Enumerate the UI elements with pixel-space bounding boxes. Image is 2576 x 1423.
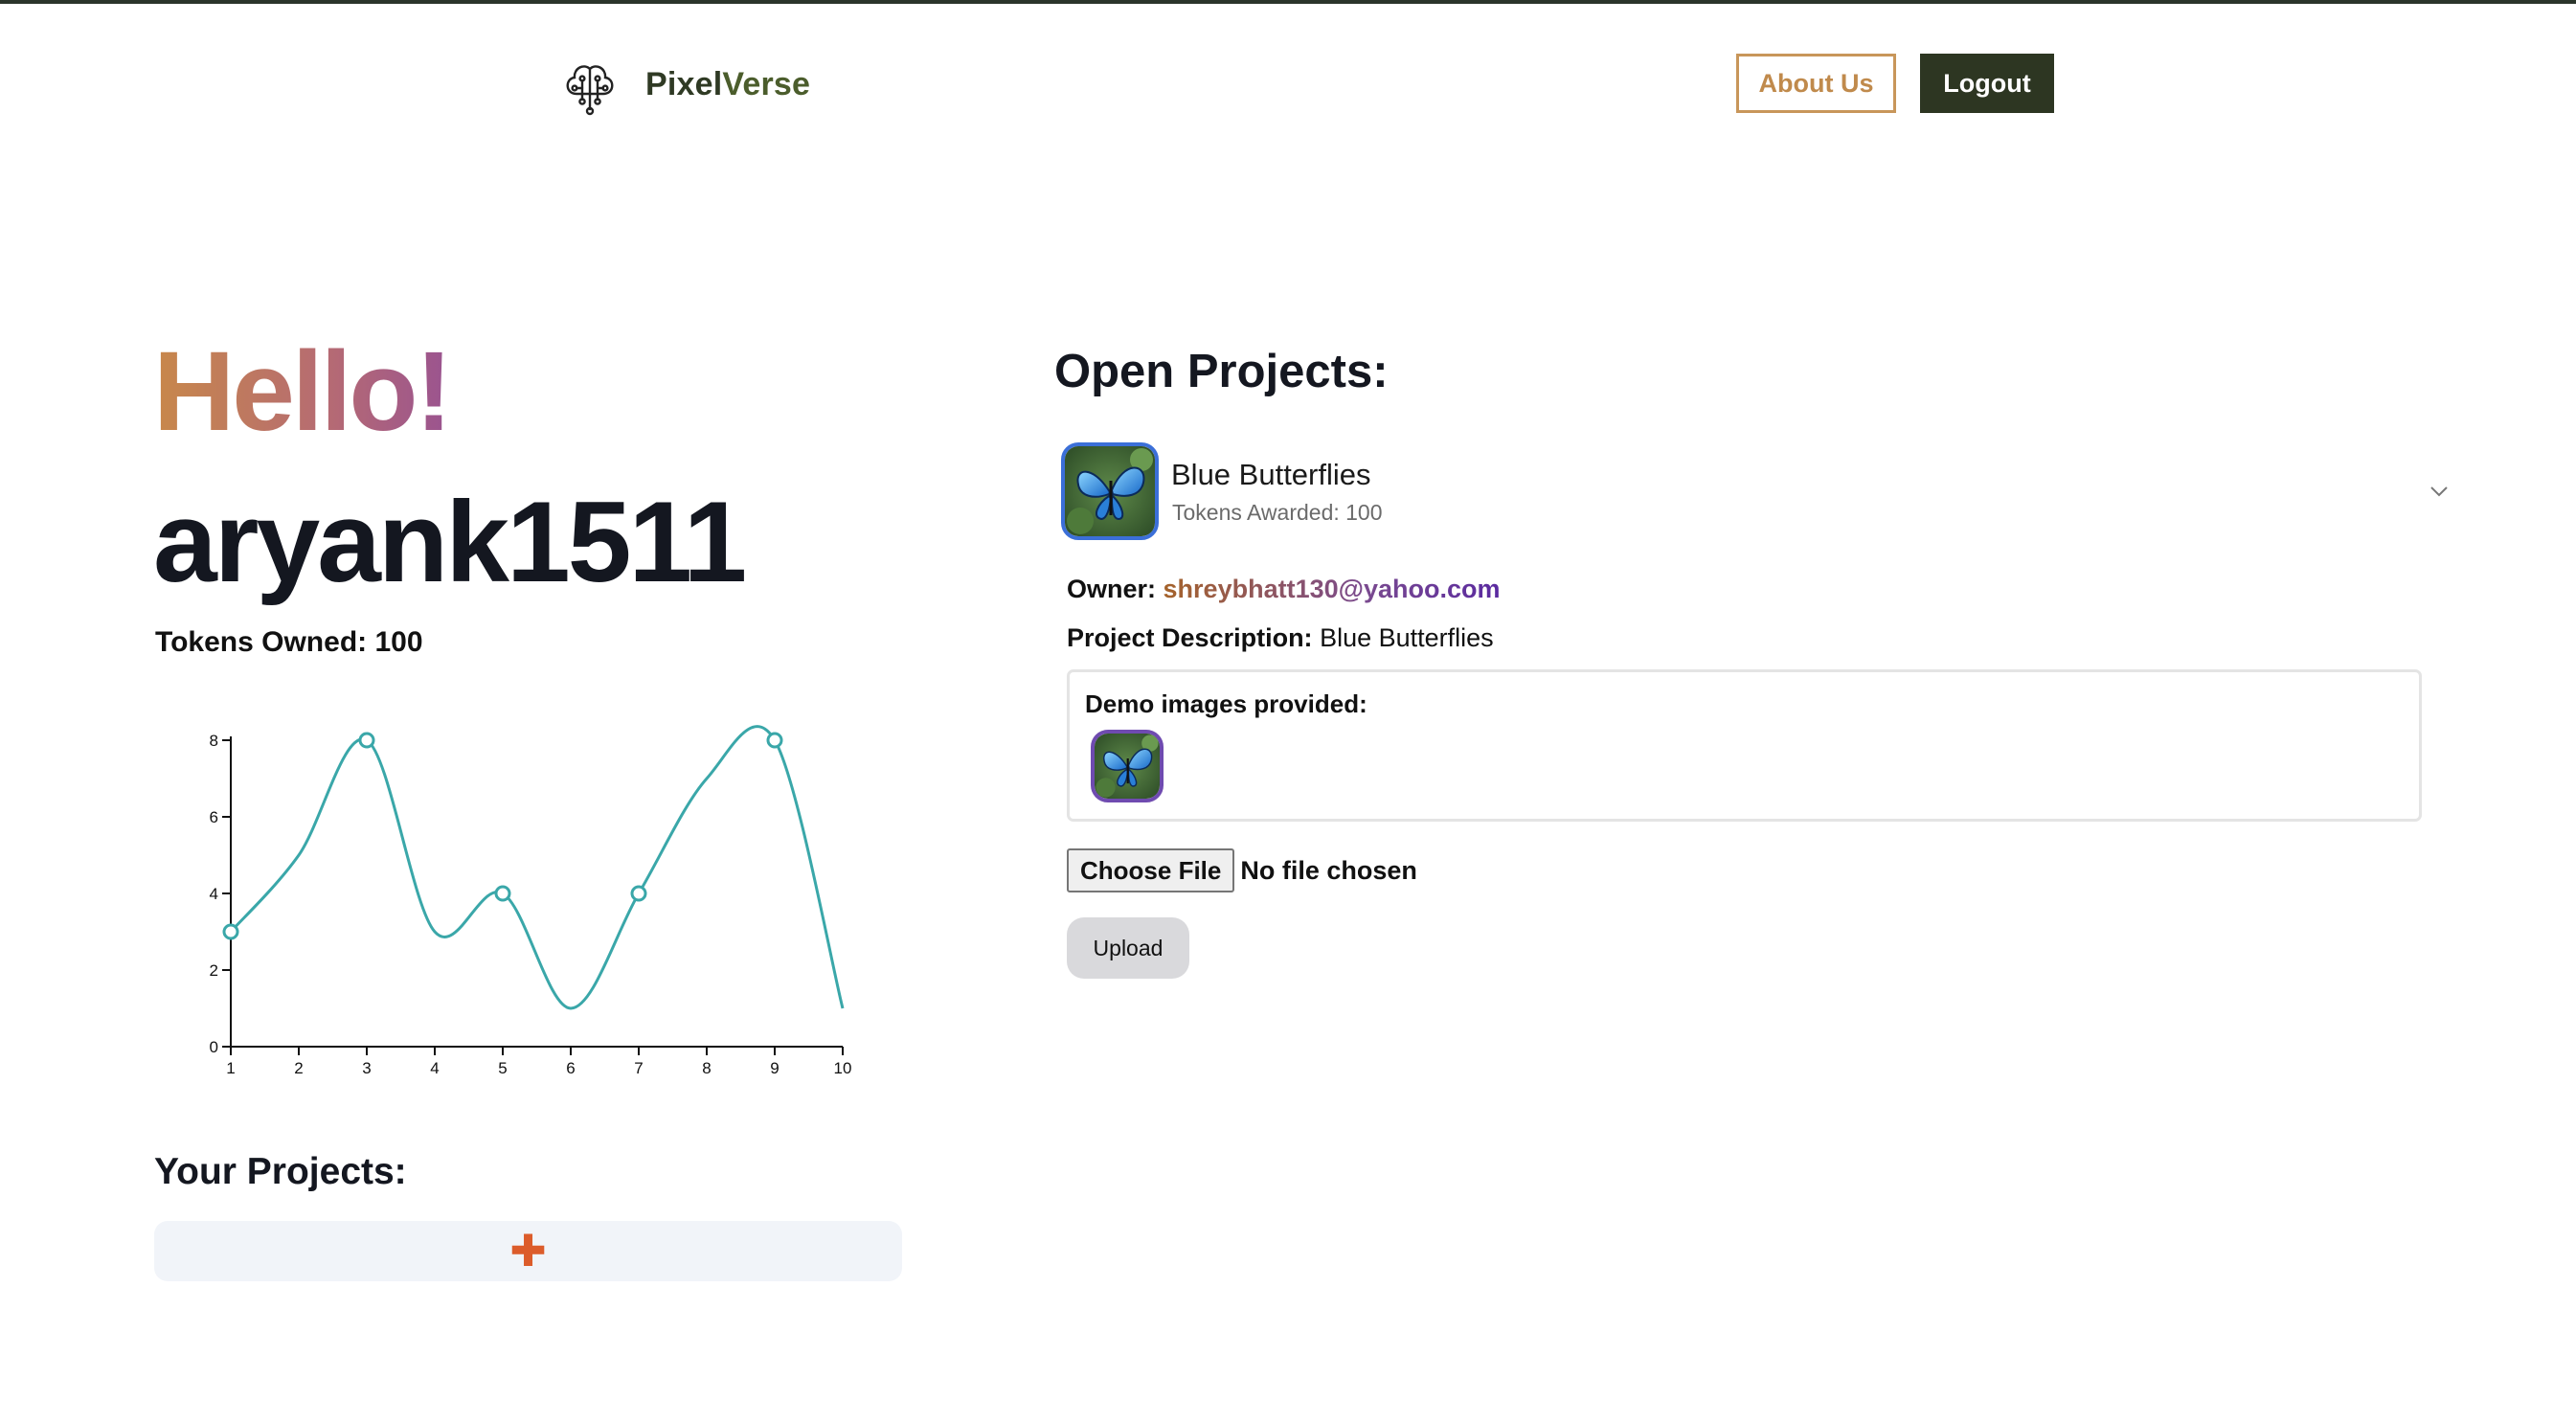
brand-name-part2: Verse [722, 65, 811, 102]
data-point [494, 885, 511, 902]
project-name: Blue Butterflies [1171, 458, 1371, 491]
project-description: Project Description: Blue Butterflies [1067, 623, 1494, 653]
owner-email: shreybhatt130@yahoo.com [1163, 575, 1501, 603]
brand[interactable]: PixelVerse [557, 52, 810, 117]
x-tick-label: 5 [498, 1059, 507, 1077]
brand-name: PixelVerse [645, 66, 810, 103]
upload-button[interactable]: Upload [1067, 917, 1189, 979]
demo-images-label: Demo images provided: [1085, 689, 1367, 718]
file-input[interactable]: Choose File No file chosen [1067, 848, 1417, 892]
data-point [358, 732, 375, 749]
header: PixelVerse About Us Logout [0, 0, 2576, 168]
y-tick-label: 0 [210, 1038, 218, 1056]
demo-image-thumbnail[interactable] [1091, 730, 1164, 802]
tokens-owned-label: Tokens Owned: 100 [155, 626, 423, 658]
data-point [222, 923, 239, 940]
x-tick-label: 9 [770, 1059, 779, 1077]
x-tick-label: 6 [566, 1059, 575, 1077]
logout-button[interactable]: Logout [1920, 54, 2054, 113]
your-projects-heading: Your Projects: [154, 1151, 407, 1192]
project-owner: Owner: shreybhatt130@yahoo.com [1067, 575, 1500, 604]
project-tokens-awarded: Tokens Awarded: 100 [1172, 500, 1383, 525]
x-tick-label: 7 [634, 1059, 643, 1077]
choose-file-button[interactable]: Choose File [1067, 848, 1235, 892]
series-line [229, 725, 845, 1010]
x-tick-label: 1 [226, 1059, 235, 1077]
project-thumbnail [1061, 442, 1159, 540]
x-tick-label: 10 [834, 1059, 852, 1077]
token-history-chart: 0 2 4 6 8 1 2 3 4 5 6 7 8 9 10 [163, 713, 871, 1087]
file-status: No file chosen [1240, 855, 1417, 885]
data-point [630, 885, 647, 902]
y-tick-label: 2 [210, 961, 218, 980]
data-point [766, 732, 783, 749]
chart-svg: 0 2 4 6 8 1 2 3 4 5 6 7 8 9 10 [210, 725, 852, 1077]
description-value: Blue Butterflies [1320, 623, 1494, 652]
greeting-heading: Hello! [153, 328, 453, 455]
x-tick-label: 2 [294, 1059, 303, 1077]
username-heading: aryank1511 [153, 478, 747, 606]
y-tick-label: 4 [210, 885, 218, 903]
brain-circuit-icon [557, 52, 622, 117]
x-tick-label: 3 [362, 1059, 371, 1077]
chevron-down-icon[interactable] [2425, 477, 2453, 506]
x-tick-label: 8 [702, 1059, 711, 1077]
owner-label: Owner: [1067, 575, 1157, 603]
project-accordion-header[interactable]: Blue Butterflies Tokens Awarded: 100 [1061, 442, 2450, 540]
brand-name-part1: Pixel [645, 65, 723, 102]
y-tick-label: 8 [210, 732, 218, 750]
plus-icon: ✚ [509, 1225, 547, 1276]
description-label: Project Description: [1067, 623, 1313, 652]
x-tick-label: 4 [430, 1059, 439, 1077]
demo-images-panel: Demo images provided: [1067, 669, 2422, 822]
open-projects-heading: Open Projects: [1054, 346, 1389, 397]
add-project-button[interactable]: ✚ [154, 1221, 902, 1281]
y-tick-label: 6 [210, 808, 218, 826]
about-us-button[interactable]: About Us [1736, 54, 1896, 113]
